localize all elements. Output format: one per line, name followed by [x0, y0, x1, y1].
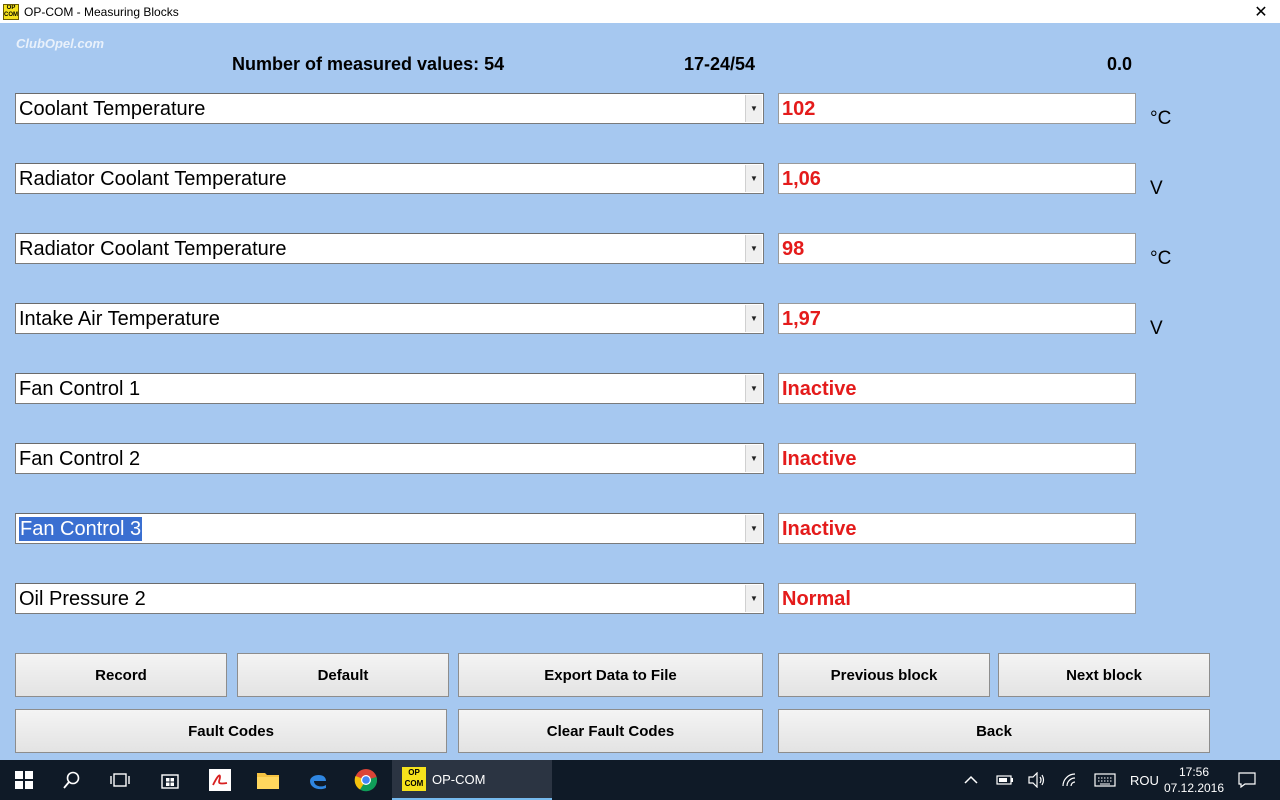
search-icon: [63, 771, 80, 789]
keyboard-icon: [1094, 773, 1116, 787]
value-field-1: 102: [778, 93, 1136, 124]
value-field-5: Inactive: [778, 373, 1136, 404]
battery-button[interactable]: [996, 760, 1014, 800]
value-text: Inactive: [782, 378, 857, 400]
show-hidden-icons-button[interactable]: [964, 760, 978, 800]
action-center-button[interactable]: [1238, 760, 1256, 800]
parameter-select-text: Radiator Coolant Temperature: [19, 238, 287, 260]
unit-label-2: V: [1150, 178, 1163, 199]
dropdown-arrow-icon[interactable]: ▼: [745, 585, 762, 612]
parameter-select-3[interactable]: Radiator Coolant Temperature ▼: [15, 233, 764, 264]
value-field-4: 1,97: [778, 303, 1136, 334]
default-button[interactable]: Default: [237, 653, 449, 697]
next-block-button[interactable]: Next block: [998, 653, 1210, 697]
value-text: 1,06: [782, 168, 821, 190]
window-title: OP-COM - Measuring Blocks: [24, 4, 179, 19]
clock-date: 07.12.2016: [1163, 781, 1225, 795]
value-text: Inactive: [782, 448, 857, 470]
chrome-icon: [354, 769, 378, 792]
dropdown-arrow-icon[interactable]: ▼: [745, 515, 762, 542]
windows-start-icon: [15, 771, 33, 789]
clock-time: 17:56: [1178, 765, 1210, 779]
value-text: Normal: [782, 588, 851, 610]
store-icon: [161, 774, 179, 789]
taskbar-opcom-app[interactable]: OP COM OP-COM: [392, 760, 552, 800]
taskbar-app-label: OP-COM: [432, 771, 486, 787]
unit-label-3: °C: [1150, 248, 1172, 269]
value-field-8: Normal: [778, 583, 1136, 614]
parameter-select-text: Fan Control 3: [19, 517, 143, 541]
close-icon: ✕: [1254, 3, 1268, 21]
acrobat-icon: [209, 769, 231, 791]
dropdown-arrow-icon[interactable]: ▼: [745, 305, 762, 332]
parameter-select-8[interactable]: Oil Pressure 2 ▼: [15, 583, 764, 614]
clear-fault-codes-button[interactable]: Clear Fault Codes: [458, 709, 763, 753]
back-button[interactable]: Back: [778, 709, 1210, 753]
wifi-icon: [1062, 773, 1076, 787]
folder-icon: [257, 773, 279, 789]
record-button[interactable]: Record: [15, 653, 227, 697]
previous-block-button[interactable]: Previous block: [778, 653, 990, 697]
value-text: 1,97: [782, 308, 821, 330]
fault-codes-button[interactable]: Fault Codes: [15, 709, 447, 753]
parameter-select-1[interactable]: Coolant Temperature ▼: [15, 93, 764, 124]
unit-label-1: °C: [1150, 108, 1172, 129]
parameter-select-text: Oil Pressure 2: [19, 588, 146, 610]
network-button[interactable]: [1062, 760, 1078, 800]
value-field-7: Inactive: [778, 513, 1136, 544]
taskbar: OP COM OP-COM ROU 17:56 07.12.2016: [0, 760, 1280, 800]
measured-values-count: Number of measured values: 54: [232, 54, 505, 74]
parameter-select-5[interactable]: Fan Control 1 ▼: [15, 373, 764, 404]
watermark-logo: ClubOpel.com: [16, 36, 105, 51]
title-bar: OP COM OP-COM - Measuring Blocks ✕: [0, 0, 1280, 23]
notification-icon: [1238, 772, 1256, 788]
edge-button[interactable]: [294, 760, 342, 800]
dropdown-arrow-icon[interactable]: ▼: [745, 375, 762, 402]
edge-icon: [310, 774, 326, 790]
parameter-select-6[interactable]: Fan Control 2 ▼: [15, 443, 764, 474]
task-view-icon: [110, 773, 130, 787]
value-text: 98: [782, 238, 805, 260]
parameter-select-text: Radiator Coolant Temperature: [19, 168, 287, 190]
parameter-select-2[interactable]: Radiator Coolant Temperature ▼: [15, 163, 764, 194]
value-field-6: Inactive: [778, 443, 1136, 474]
taskbar-clock[interactable]: 17:56 07.12.2016: [1160, 764, 1228, 796]
parameter-select-text: Fan Control 1: [19, 378, 141, 400]
parameter-select-text: Coolant Temperature: [19, 98, 206, 120]
chrome-button[interactable]: [342, 760, 390, 800]
store-button[interactable]: [146, 760, 194, 800]
parameter-select-7[interactable]: Fan Control 3 ▼: [15, 513, 764, 544]
export-data-button[interactable]: Export Data to File: [458, 653, 763, 697]
chevron-up-icon: [964, 775, 978, 784]
speaker-icon: [1028, 772, 1045, 788]
value-field-2: 1,06: [778, 163, 1136, 194]
dropdown-arrow-icon[interactable]: ▼: [745, 445, 762, 472]
task-view-button[interactable]: [96, 760, 144, 800]
keyboard-button[interactable]: [1094, 760, 1116, 800]
acrobat-button[interactable]: [196, 760, 244, 800]
dropdown-arrow-icon[interactable]: ▼: [745, 165, 762, 192]
value-text: Inactive: [782, 518, 857, 540]
search-button[interactable]: [48, 760, 96, 800]
dropdown-arrow-icon[interactable]: ▼: [745, 235, 762, 262]
close-button[interactable]: ✕: [1242, 0, 1280, 23]
start-button[interactable]: [0, 760, 48, 800]
parameter-select-4[interactable]: Intake Air Temperature ▼: [15, 303, 764, 334]
opcom-taskbar-icon: OP COM: [402, 767, 426, 791]
parameter-select-text: Fan Control 2: [19, 448, 141, 470]
value-field-3: 98: [778, 233, 1136, 264]
value-text: 102: [782, 98, 816, 120]
opcom-app-icon: OP COM: [3, 3, 19, 20]
block-range: 17-24/54: [684, 54, 756, 74]
parameter-select-text: Intake Air Temperature: [19, 308, 220, 330]
battery-icon: [996, 775, 1013, 785]
file-explorer-button[interactable]: [244, 760, 292, 800]
dropdown-arrow-icon[interactable]: ▼: [745, 95, 762, 122]
unit-label-4: V: [1150, 318, 1163, 339]
time-value: 0.0: [1107, 54, 1133, 74]
volume-button[interactable]: [1028, 760, 1046, 800]
input-language[interactable]: ROU: [1130, 760, 1159, 800]
